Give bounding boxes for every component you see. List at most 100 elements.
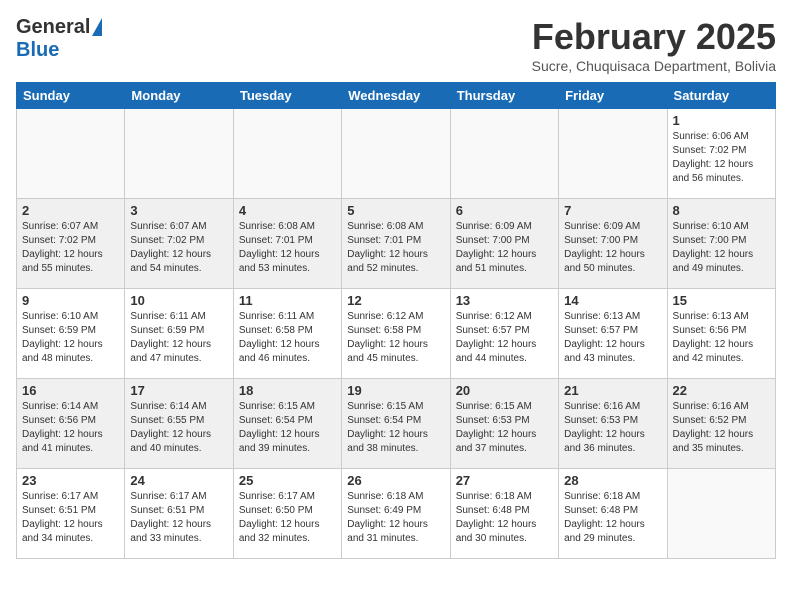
- day-number: 15: [673, 293, 770, 308]
- day-number: 14: [564, 293, 661, 308]
- day-info: Sunrise: 6:09 AM Sunset: 7:00 PM Dayligh…: [564, 220, 661, 276]
- page-header: General Blue February 2025 Sucre, Chuqui…: [16, 16, 776, 74]
- day-info: Sunrise: 6:08 AM Sunset: 7:01 PM Dayligh…: [239, 220, 336, 276]
- calendar-table: SundayMondayTuesdayWednesdayThursdayFrid…: [16, 82, 776, 559]
- day-info: Sunrise: 6:07 AM Sunset: 7:02 PM Dayligh…: [22, 220, 119, 276]
- weekday-header-sunday: Sunday: [17, 83, 125, 109]
- day-info: Sunrise: 6:10 AM Sunset: 6:59 PM Dayligh…: [22, 310, 119, 366]
- day-number: 9: [22, 293, 119, 308]
- day-info: Sunrise: 6:08 AM Sunset: 7:01 PM Dayligh…: [347, 220, 444, 276]
- calendar-cell: 5Sunrise: 6:08 AM Sunset: 7:01 PM Daylig…: [342, 199, 450, 289]
- day-info: Sunrise: 6:14 AM Sunset: 6:55 PM Dayligh…: [130, 400, 227, 456]
- day-info: Sunrise: 6:15 AM Sunset: 6:54 PM Dayligh…: [347, 400, 444, 456]
- day-number: 19: [347, 383, 444, 398]
- calendar-cell: 3 Sunrise: 6:07 AM Sunset: 7:02 PM Daylig…: [125, 199, 233, 289]
- day-number: 21: [564, 383, 661, 398]
- weekday-header-tuesday: Tuesday: [233, 83, 341, 109]
- day-info: Sunrise: 6:16 AM Sunset: 6:53 PM Dayligh…: [564, 400, 661, 456]
- calendar-cell: 25 Sunrise: 6:17 AM Sunset: 6:50 PM Dayli…: [233, 469, 341, 559]
- calendar-cell: 22 Sunrise: 6:16 AM Sunset: 6:52 PM Dayli…: [667, 379, 775, 469]
- day-info: Sunrise: 6:18 AM Sunset: 6:49 PM Dayligh…: [347, 490, 444, 546]
- day-number: 4: [239, 203, 336, 218]
- calendar-week-row: 1Sunrise: 6:06 AM Sunset: 7:02 PM Daylig…: [17, 109, 776, 199]
- day-info: Sunrise: 6:16 AM Sunset: 6:52 PM Dayligh…: [673, 400, 770, 456]
- calendar-cell: [559, 109, 667, 199]
- day-number: 3: [130, 203, 227, 218]
- day-number: 26: [347, 473, 444, 488]
- day-number: 13: [456, 293, 553, 308]
- logo-blue-text: Blue: [16, 39, 59, 62]
- calendar-cell: [125, 109, 233, 199]
- day-number: 24: [130, 473, 227, 488]
- calendar-cell: 2 Sunrise: 6:07 AM Sunset: 7:02 PM Daylig…: [17, 199, 125, 289]
- calendar-cell: 28 Sunrise: 6:18 AM Sunset: 6:48 PM Dayli…: [559, 469, 667, 559]
- location-subtitle: Sucre, Chuquisaca Department, Bolivia: [532, 58, 776, 74]
- day-number: 8: [673, 203, 770, 218]
- calendar-cell: 23Sunrise: 6:17 AM Sunset: 6:51 PM Dayli…: [17, 469, 125, 559]
- day-number: 12: [347, 293, 444, 308]
- day-info: Sunrise: 6:11 AM Sunset: 6:58 PM Dayligh…: [239, 310, 336, 366]
- day-number: 22: [673, 383, 770, 398]
- calendar-cell: 10 Sunrise: 6:11 AM Sunset: 6:59 PM Dayli…: [125, 289, 233, 379]
- calendar-cell: 4 Sunrise: 6:08 AM Sunset: 7:01 PM Daylig…: [233, 199, 341, 289]
- weekday-header-friday: Friday: [559, 83, 667, 109]
- weekday-header-row: SundayMondayTuesdayWednesdayThursdayFrid…: [17, 83, 776, 109]
- day-info: Sunrise: 6:18 AM Sunset: 6:48 PM Dayligh…: [564, 490, 661, 546]
- day-number: 2: [22, 203, 119, 218]
- logo-triangle-icon: [92, 18, 102, 36]
- weekday-header-thursday: Thursday: [450, 83, 558, 109]
- day-number: 17: [130, 383, 227, 398]
- day-info: Sunrise: 6:07 AM Sunset: 7:02 PM Dayligh…: [130, 220, 227, 276]
- calendar-cell: 8 Sunrise: 6:10 AM Sunset: 7:00 PM Daylig…: [667, 199, 775, 289]
- day-info: Sunrise: 6:09 AM Sunset: 7:00 PM Dayligh…: [456, 220, 553, 276]
- logo: General Blue: [16, 16, 102, 62]
- day-info: Sunrise: 6:12 AM Sunset: 6:57 PM Dayligh…: [456, 310, 553, 366]
- calendar-cell: 27Sunrise: 6:18 AM Sunset: 6:48 PM Dayli…: [450, 469, 558, 559]
- day-number: 7: [564, 203, 661, 218]
- day-info: Sunrise: 6:13 AM Sunset: 6:56 PM Dayligh…: [673, 310, 770, 366]
- calendar-cell: 16 Sunrise: 6:14 AM Sunset: 6:56 PM Dayli…: [17, 379, 125, 469]
- day-number: 23: [22, 473, 119, 488]
- day-number: 27: [456, 473, 553, 488]
- calendar-cell: 18 Sunrise: 6:15 AM Sunset: 6:54 PM Dayli…: [233, 379, 341, 469]
- day-number: 25: [239, 473, 336, 488]
- calendar-cell: 21 Sunrise: 6:16 AM Sunset: 6:53 PM Dayli…: [559, 379, 667, 469]
- day-info: Sunrise: 6:15 AM Sunset: 6:54 PM Dayligh…: [239, 400, 336, 456]
- calendar-cell: 24 Sunrise: 6:17 AM Sunset: 6:51 PM Dayli…: [125, 469, 233, 559]
- calendar-cell: 9 Sunrise: 6:10 AM Sunset: 6:59 PM Daylig…: [17, 289, 125, 379]
- calendar-cell: [450, 109, 558, 199]
- calendar-cell: 20 Sunrise: 6:15 AM Sunset: 6:53 PM Dayli…: [450, 379, 558, 469]
- day-info: Sunrise: 6:11 AM Sunset: 6:59 PM Dayligh…: [130, 310, 227, 366]
- day-number: 18: [239, 383, 336, 398]
- day-info: Sunrise: 6:17 AM Sunset: 6:50 PM Dayligh…: [239, 490, 336, 546]
- calendar-cell: 7 Sunrise: 6:09 AM Sunset: 7:00 PM Daylig…: [559, 199, 667, 289]
- day-number: 16: [22, 383, 119, 398]
- calendar-cell: 12Sunrise: 6:12 AM Sunset: 6:58 PM Dayli…: [342, 289, 450, 379]
- calendar-cell: 17 Sunrise: 6:14 AM Sunset: 6:55 PM Dayli…: [125, 379, 233, 469]
- calendar-cell: 13 Sunrise: 6:12 AM Sunset: 6:57 PM Dayli…: [450, 289, 558, 379]
- calendar-cell: [667, 469, 775, 559]
- calendar-week-row: 2 Sunrise: 6:07 AM Sunset: 7:02 PM Daylig…: [17, 199, 776, 289]
- day-number: 11: [239, 293, 336, 308]
- day-number: 28: [564, 473, 661, 488]
- month-year-title: February 2025: [532, 16, 776, 58]
- calendar-week-row: 16 Sunrise: 6:14 AM Sunset: 6:56 PM Dayli…: [17, 379, 776, 469]
- day-info: Sunrise: 6:14 AM Sunset: 6:56 PM Dayligh…: [22, 400, 119, 456]
- calendar-cell: [17, 109, 125, 199]
- day-info: Sunrise: 6:17 AM Sunset: 6:51 PM Dayligh…: [130, 490, 227, 546]
- logo-general-text: General: [16, 16, 90, 39]
- day-info: Sunrise: 6:15 AM Sunset: 6:53 PM Dayligh…: [456, 400, 553, 456]
- calendar-cell: [342, 109, 450, 199]
- day-number: 20: [456, 383, 553, 398]
- calendar-week-row: 23 Sunrise: 6:17 AM Sunset: 6:51 PM Dayli…: [17, 469, 776, 559]
- day-number: 10: [130, 293, 227, 308]
- day-info: Sunrise: 6:06 AM Sunset: 7:02 PM Dayligh…: [673, 130, 770, 186]
- calendar-cell: 15 Sunrise: 6:13 AM Sunset: 6:56 PM Dayli…: [667, 289, 775, 379]
- day-number: 6: [456, 203, 553, 218]
- calendar-cell: 19 Sunrise: 6:15 AM Sunset: 6:54 PM Dayli…: [342, 379, 450, 469]
- weekday-header-wednesday: Wednesday: [342, 83, 450, 109]
- day-info: Sunrise: 6:10 AM Sunset: 7:00 PM Dayligh…: [673, 220, 770, 276]
- calendar-cell: 26 Sunrise: 6:18 AM Sunset: 6:49 PM Dayli…: [342, 469, 450, 559]
- calendar-cell: 6 Sunrise: 6:09 AM Sunset: 7:00 PM Daylig…: [450, 199, 558, 289]
- weekday-header-saturday: Saturday: [667, 83, 775, 109]
